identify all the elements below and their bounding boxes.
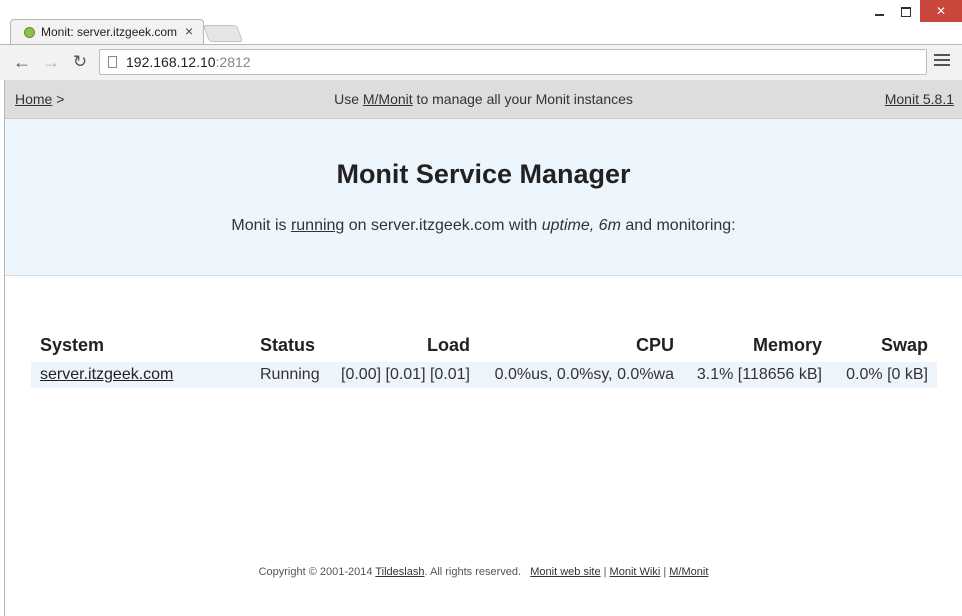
maximize-icon (901, 6, 911, 17)
page-title: Monit Service Manager (336, 159, 631, 189)
monit-nav-bar: Use M/Monit to manage all your Monit ins… (5, 80, 962, 119)
arrow-left-icon: ← (13, 52, 31, 72)
col-system: System (40, 334, 105, 355)
table-row: server.itzgeek.com Running [0.00] [0.01]… (31, 362, 937, 388)
tildeslash-link[interactable]: Tildeslash (375, 566, 424, 578)
version-link[interactable]: Monit 5.8.1 (885, 91, 954, 107)
page-header: Monit Service Manager Monit is running o… (5, 119, 962, 276)
page-icon (108, 56, 117, 68)
maximize-button[interactable] (893, 0, 919, 22)
menu-icon-bar (934, 59, 950, 61)
forward-button[interactable]: → (40, 51, 62, 73)
home-link[interactable]: Home (15, 91, 52, 107)
footer: Copyright © 2001-2014 Tildeslash. All ri… (5, 566, 962, 578)
cell-load: [0.00] [0.01] [0.01] (341, 366, 470, 383)
tab-close-icon[interactable]: × (185, 24, 193, 38)
nav-message-prefix: Use (334, 91, 363, 107)
arrow-right-icon: → (42, 52, 60, 72)
url-host: 192.168.12.10 (126, 54, 216, 70)
col-swap: Swap (880, 334, 928, 355)
footer-separator: | (660, 566, 670, 578)
new-tab-button[interactable] (202, 25, 244, 42)
col-memory: Memory (752, 334, 822, 355)
mmonit-footer-link[interactable]: M/Monit (669, 566, 708, 578)
tab-title: Monit: server.itzgeek.com (41, 25, 178, 39)
system-table: System Status Load CPU Memory Swap serve… (31, 328, 937, 388)
version: Monit 5.8.1 (885, 80, 954, 118)
cell-cpu: 0.0%us, 0.0%sy, 0.0%wa (494, 366, 674, 383)
col-cpu: CPU (635, 334, 674, 355)
nav-message-suffix: to manage all your Monit instances (412, 91, 633, 107)
browser-tab[interactable]: Monit: server.itzgeek.com × (10, 19, 204, 44)
system-link[interactable]: server.itzgeek.com (40, 366, 173, 383)
page-viewport: Use M/Monit to manage all your Monit ins… (4, 80, 962, 616)
summary-suffix: and monitoring: (620, 217, 736, 234)
minimize-button[interactable] (866, 0, 892, 22)
footer-separator: | (600, 566, 610, 578)
back-button[interactable]: ← (11, 51, 33, 73)
browser-chrome: Monit: server.itzgeek.com × ✕ ← → ↻ 192.… (0, 0, 962, 80)
close-icon: ✕ (935, 4, 947, 18)
summary-prefix: Monit is (231, 217, 291, 234)
url-port: :2812 (215, 54, 251, 70)
menu-icon (934, 54, 950, 56)
monit-website-link[interactable]: Monit web site (530, 566, 600, 578)
status-summary: Monit is running on server.itzgeek.com w… (5, 217, 962, 235)
breadcrumb: Home > (15, 80, 64, 118)
window-close-button[interactable]: ✕ (920, 0, 962, 22)
cell-memory: 3.1% [118656 kB] (696, 366, 822, 383)
monit-wiki-link[interactable]: Monit Wiki (610, 566, 661, 578)
col-status: Status (260, 334, 316, 355)
minimize-icon (874, 13, 884, 16)
cell-swap: 0.0% [0 kB] (846, 366, 928, 383)
nav-message: Use M/Monit to manage all your Monit ins… (5, 80, 962, 118)
address-bar[interactable]: 192.168.12.10:2812 (99, 49, 927, 75)
title-bar: Monit: server.itzgeek.com × ✕ (0, 0, 962, 44)
browser-toolbar: ← → ↻ 192.168.12.10:2812 (0, 44, 962, 80)
breadcrumb-separator: > (52, 91, 65, 107)
mmonit-link[interactable]: M/Monit (363, 91, 413, 107)
status-badge: Running (260, 366, 320, 383)
favicon-icon (24, 27, 35, 38)
summary-host: on server.itzgeek.com with (344, 217, 542, 234)
menu-icon-bar (934, 64, 950, 66)
running-link[interactable]: running (291, 217, 344, 234)
reload-button[interactable]: ↻ (69, 51, 91, 73)
table-header-row: System Status Load CPU Memory Swap (31, 328, 937, 362)
url-text[interactable]: 192.168.12.10:2812 (126, 54, 251, 70)
col-load: Load (427, 334, 470, 355)
uptime-value: uptime, 6m (541, 217, 621, 234)
reload-icon: ↻ (72, 52, 88, 71)
menu-button[interactable] (934, 54, 950, 69)
copyright-text: Copyright © 2001-2014 (258, 566, 376, 578)
rights-text: . All rights reserved. (424, 566, 531, 578)
cell-system: server.itzgeek.com (31, 362, 251, 388)
